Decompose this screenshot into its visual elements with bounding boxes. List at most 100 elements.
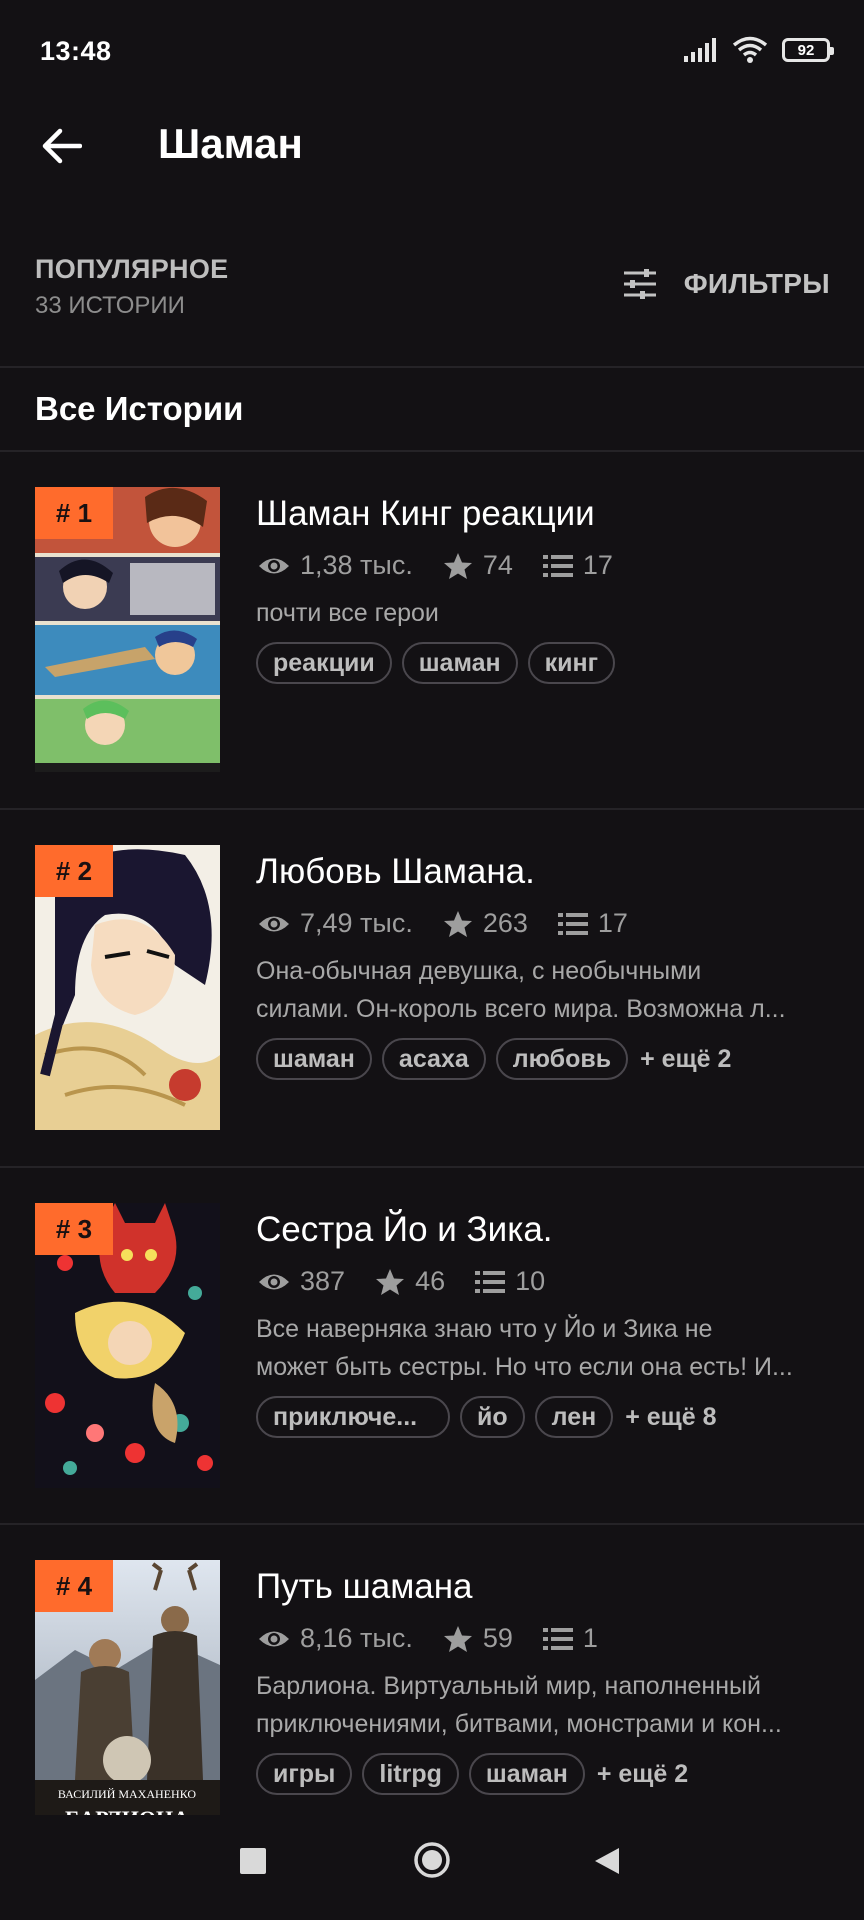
story-description: Все наверняка знаю что у Йо и Зика не мо… (256, 1310, 836, 1386)
more-tags[interactable]: + ещё 2 (597, 1760, 688, 1789)
votes-count: 74 (482, 550, 513, 580)
rank-badge: # 4 (35, 1560, 113, 1612)
star-icon (376, 1268, 405, 1295)
app-bar: Шаман (0, 100, 864, 190)
system-nav-bar (0, 1814, 864, 1920)
votes-stat: 74 (443, 550, 513, 581)
description-line: Она-обычная девушка, с необычными (256, 957, 702, 985)
votes-stat: 263 (443, 908, 528, 939)
battery-icon: 92 (782, 38, 834, 62)
sort-dropdown[interactable]: ПОПУЛЯРНОЕ (35, 254, 228, 285)
signal-icon (684, 38, 716, 62)
description-line: почти все герои (256, 599, 439, 627)
votes-stat: 59 (443, 1623, 513, 1654)
section-title: Все Истории (35, 390, 244, 427)
cover-author: ВАСИЛИЙ МАХАНЕНКО (58, 1787, 196, 1801)
star-icon (443, 552, 472, 579)
views-stat: 1,38 тыс. (258, 550, 413, 581)
parts-stat: 17 (557, 908, 628, 939)
star-icon (443, 1625, 472, 1652)
description-line: Все наверняка знаю что у Йо и Зика не (256, 1315, 713, 1343)
story-cover: ВАСИЛИЙ МАХАНЕНКО БАРЛИОНА # 4 (35, 1560, 220, 1815)
description-line: силами. Он-король всего мира. Возможна л… (256, 995, 786, 1023)
story-cover: # 2 (35, 845, 220, 1130)
divider (0, 366, 864, 368)
rank-badge: # 2 (35, 845, 113, 897)
arrow-left-icon (42, 128, 82, 164)
votes-count: 46 (415, 1266, 446, 1296)
recents-button[interactable] (240, 1848, 266, 1874)
parts-stat: 10 (475, 1266, 545, 1297)
sliders-icon (623, 269, 656, 299)
story-item[interactable]: # 2 Любовь Шамана. 7,49 тыс. 263 17 Она-… (0, 810, 864, 1167)
story-title[interactable]: Шаман Кинг реакции (256, 494, 595, 534)
list-icon (557, 912, 588, 935)
description-line: приключениями, битвами, монстрами и кон.… (256, 1710, 782, 1738)
views-count: 387 (300, 1266, 346, 1296)
more-tags[interactable]: + ещё 2 (640, 1045, 731, 1074)
tag-chip[interactable]: кинг (527, 642, 616, 684)
views-stat: 387 (258, 1266, 345, 1297)
parts-count: 17 (597, 908, 628, 938)
tag-chip[interactable]: лен (534, 1396, 614, 1438)
story-description: Барлиона. Виртуальный мир, наполненный п… (256, 1667, 836, 1743)
tag-chip[interactable]: шаман (256, 1038, 372, 1080)
eye-icon (259, 916, 289, 931)
story-title[interactable]: Путь шамана (256, 1567, 473, 1607)
tag-chip[interactable]: йо (460, 1396, 525, 1438)
story-stats: 387 46 10 (258, 1266, 575, 1297)
votes-count: 263 (482, 908, 528, 938)
star-icon (443, 910, 472, 937)
page-title: Шаман (158, 120, 303, 167)
parts-stat: 17 (542, 550, 613, 581)
story-cover: # 3 (35, 1203, 220, 1488)
parts-count: 10 (515, 1266, 546, 1296)
wifi-icon (732, 36, 768, 63)
filters-label: ФИЛЬТРЫ (683, 268, 830, 299)
home-button[interactable] (413, 1841, 451, 1879)
story-item[interactable]: # 1 Шаман Кинг реакции 1,38 тыс. 74 17 п… (0, 452, 864, 809)
tag-chip[interactable]: асаха (381, 1038, 486, 1080)
tag-chip[interactable]: шаман (468, 1753, 585, 1795)
story-description: почти все герои (256, 594, 836, 632)
more-tags[interactable]: + ещё 8 (625, 1403, 716, 1432)
story-item[interactable]: ВАСИЛИЙ МАХАНЕНКО БАРЛИОНА # 4 Путь шама… (0, 1525, 864, 1815)
story-stats: 7,49 тыс. 263 17 (258, 908, 658, 939)
tag-chip[interactable]: любовь (495, 1038, 629, 1080)
tag-chip[interactable]: шаман (401, 642, 518, 684)
status-time: 13:48 (40, 36, 112, 66)
tag-chip[interactable]: игры (256, 1753, 353, 1795)
tag-chip[interactable]: реакции (256, 642, 392, 684)
parts-count: 1 (582, 1623, 598, 1653)
story-cover: # 1 (35, 487, 220, 772)
story-title[interactable]: Любовь Шамана. (256, 852, 535, 892)
list-icon (542, 1627, 573, 1650)
back-button[interactable] (34, 118, 90, 174)
eye-icon (259, 558, 289, 573)
tag-list: реакции шаман кинг (256, 642, 616, 684)
status-bar: 13:48 92 (0, 0, 864, 100)
views-count: 7,49 тыс. (300, 908, 413, 938)
tag-chip[interactable]: litrpg (362, 1753, 459, 1795)
nav-back-button[interactable] (593, 1846, 621, 1876)
status-icons: 92 (684, 36, 834, 64)
list-icon (542, 554, 573, 577)
story-item[interactable]: # 3 Сестра Йо и Зика. 387 46 10 Все наве… (0, 1168, 864, 1525)
tag-chip[interactable]: приключе... (256, 1396, 450, 1438)
battery-level: 92 (797, 41, 815, 59)
sort-row: ПОПУЛЯРНОЕ 33 ИСТОРИИ ФИЛЬТРЫ (0, 240, 864, 366)
votes-stat: 46 (375, 1266, 445, 1297)
story-description: Она-обычная девушка, с необычными силами… (256, 952, 836, 1028)
filters-button[interactable]: ФИЛЬТРЫ (622, 268, 830, 300)
story-title[interactable]: Сестра Йо и Зика. (256, 1210, 553, 1250)
description-line: Барлиона. Виртуальный мир, наполненный (256, 1672, 761, 1700)
views-stat: 8,16 тыс. (258, 1623, 413, 1654)
views-count: 1,38 тыс. (300, 550, 413, 580)
tag-list: шаман асаха любовь + ещё 2 (256, 1038, 731, 1080)
story-stats: 1,38 тыс. 74 17 (258, 550, 643, 581)
votes-count: 59 (482, 1623, 513, 1653)
parts-count: 17 (582, 550, 613, 580)
views-count: 8,16 тыс. (300, 1623, 413, 1653)
rank-badge: # 1 (35, 487, 113, 539)
story-stats: 8,16 тыс. 59 1 (258, 1623, 628, 1654)
